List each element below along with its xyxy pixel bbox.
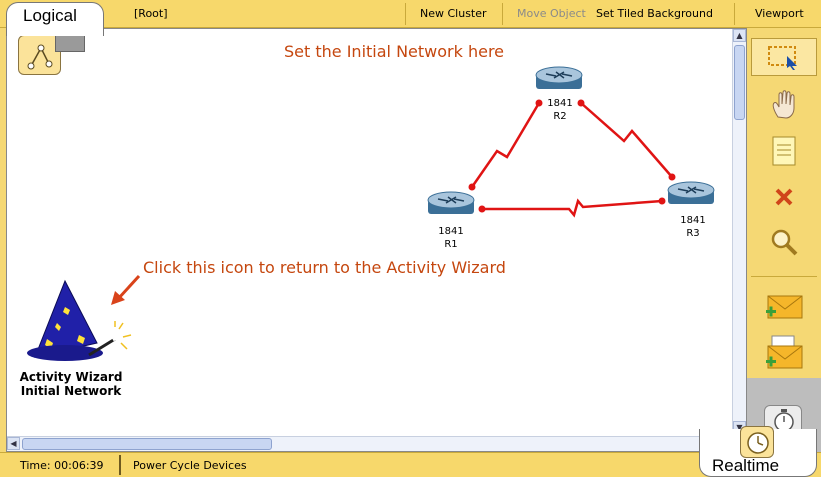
delete-tool-button[interactable] xyxy=(751,178,817,216)
place-note-tool-button[interactable] xyxy=(751,132,817,170)
note-icon xyxy=(772,136,796,166)
link-r1-r3 xyxy=(482,198,663,218)
bottom-bar: Time: 00:06:39 Power Cycle Devices Realt… xyxy=(0,426,821,477)
link-r2-r3 xyxy=(580,102,673,178)
realtime-clock-icon xyxy=(740,426,774,458)
horizontal-scrollbar[interactable]: ◀ ▶ xyxy=(7,436,734,451)
add-simple-pdu-button[interactable] xyxy=(751,288,817,326)
viewport-button[interactable]: Viewport xyxy=(755,4,804,24)
select-icon xyxy=(768,46,797,70)
router-r2-model: 1841 xyxy=(547,98,573,109)
router-r3-model: 1841 xyxy=(680,215,706,226)
router-r1-label: 1841 R1 xyxy=(431,225,471,251)
tab-logical[interactable]: Logical xyxy=(6,2,104,36)
router-r3-label: 1841 R3 xyxy=(673,214,713,240)
move-layout-tool-button[interactable] xyxy=(751,86,817,124)
vertical-scrollbar[interactable]: ▲ ▼ xyxy=(732,29,746,436)
logical-workspace[interactable]: Set the Initial Network here 1841 R1 184… xyxy=(7,29,734,436)
link-endpoint xyxy=(668,173,676,181)
toolbar-divider xyxy=(751,276,817,277)
router-r2-name: R2 xyxy=(553,111,567,122)
add-complex-pdu-icon xyxy=(766,335,803,369)
divider xyxy=(405,3,406,25)
router-r2-icon xyxy=(535,66,583,89)
scroll-up-icon[interactable]: ▲ xyxy=(733,29,746,42)
tab-realtime[interactable]: Realtime xyxy=(699,426,817,477)
link-endpoint xyxy=(468,183,476,191)
link-r1-r2 xyxy=(470,102,541,188)
router-r1-model: 1841 xyxy=(438,226,464,237)
right-toolbar xyxy=(747,28,821,458)
link-endpoint xyxy=(478,205,486,213)
time-display: Time: 00:06:39 xyxy=(20,459,104,472)
vertical-scroll-thumb[interactable] xyxy=(734,45,745,120)
wizard-annotation: Click this icon to return to the Activit… xyxy=(143,258,506,277)
new-cluster-button[interactable]: New Cluster xyxy=(420,4,487,24)
top-bar: Logical [Root] New Cluster Move Object S… xyxy=(0,0,821,36)
inspect-tool-button[interactable] xyxy=(751,223,817,261)
hand-icon xyxy=(772,90,795,119)
zoom-icon xyxy=(771,229,798,256)
scroll-left-icon[interactable]: ◀ xyxy=(7,437,20,450)
add-complex-pdu-button[interactable] xyxy=(751,333,817,371)
add-simple-pdu-icon xyxy=(766,295,803,319)
activity-wizard-label[interactable]: Activity Wizard Initial Network xyxy=(7,370,135,398)
set-tiled-background-button[interactable]: Set Tiled Background xyxy=(596,4,713,24)
tab-realtime-label: Realtime xyxy=(712,456,780,475)
router-r1-icon xyxy=(427,191,475,214)
workspace-frame: Set the Initial Network here 1841 R1 184… xyxy=(6,28,747,452)
tab-logical-label: Logical xyxy=(23,6,77,25)
router-r3-icon xyxy=(667,181,715,204)
power-cycle-devices-button[interactable]: Power Cycle Devices xyxy=(133,459,247,472)
pointer-arrow-icon xyxy=(111,274,141,305)
link-endpoint xyxy=(658,197,666,205)
router-r2-label: 1841 R2 xyxy=(540,97,580,123)
divider xyxy=(502,3,503,25)
router-r3-name: R3 xyxy=(686,228,700,239)
select-tool-button[interactable] xyxy=(751,38,817,76)
wizard-label-line1: Activity Wizard xyxy=(19,370,123,384)
horizontal-scroll-thumb[interactable] xyxy=(22,438,272,450)
wizard-label-line2: Initial Network xyxy=(20,384,122,398)
delete-icon xyxy=(775,188,793,206)
move-object-button[interactable]: Move Object xyxy=(517,4,586,24)
divider xyxy=(119,455,121,475)
divider xyxy=(734,3,735,25)
clock-icon xyxy=(747,432,769,454)
root-breadcrumb[interactable]: [Root] xyxy=(134,4,168,24)
router-r1-name: R1 xyxy=(444,239,458,250)
